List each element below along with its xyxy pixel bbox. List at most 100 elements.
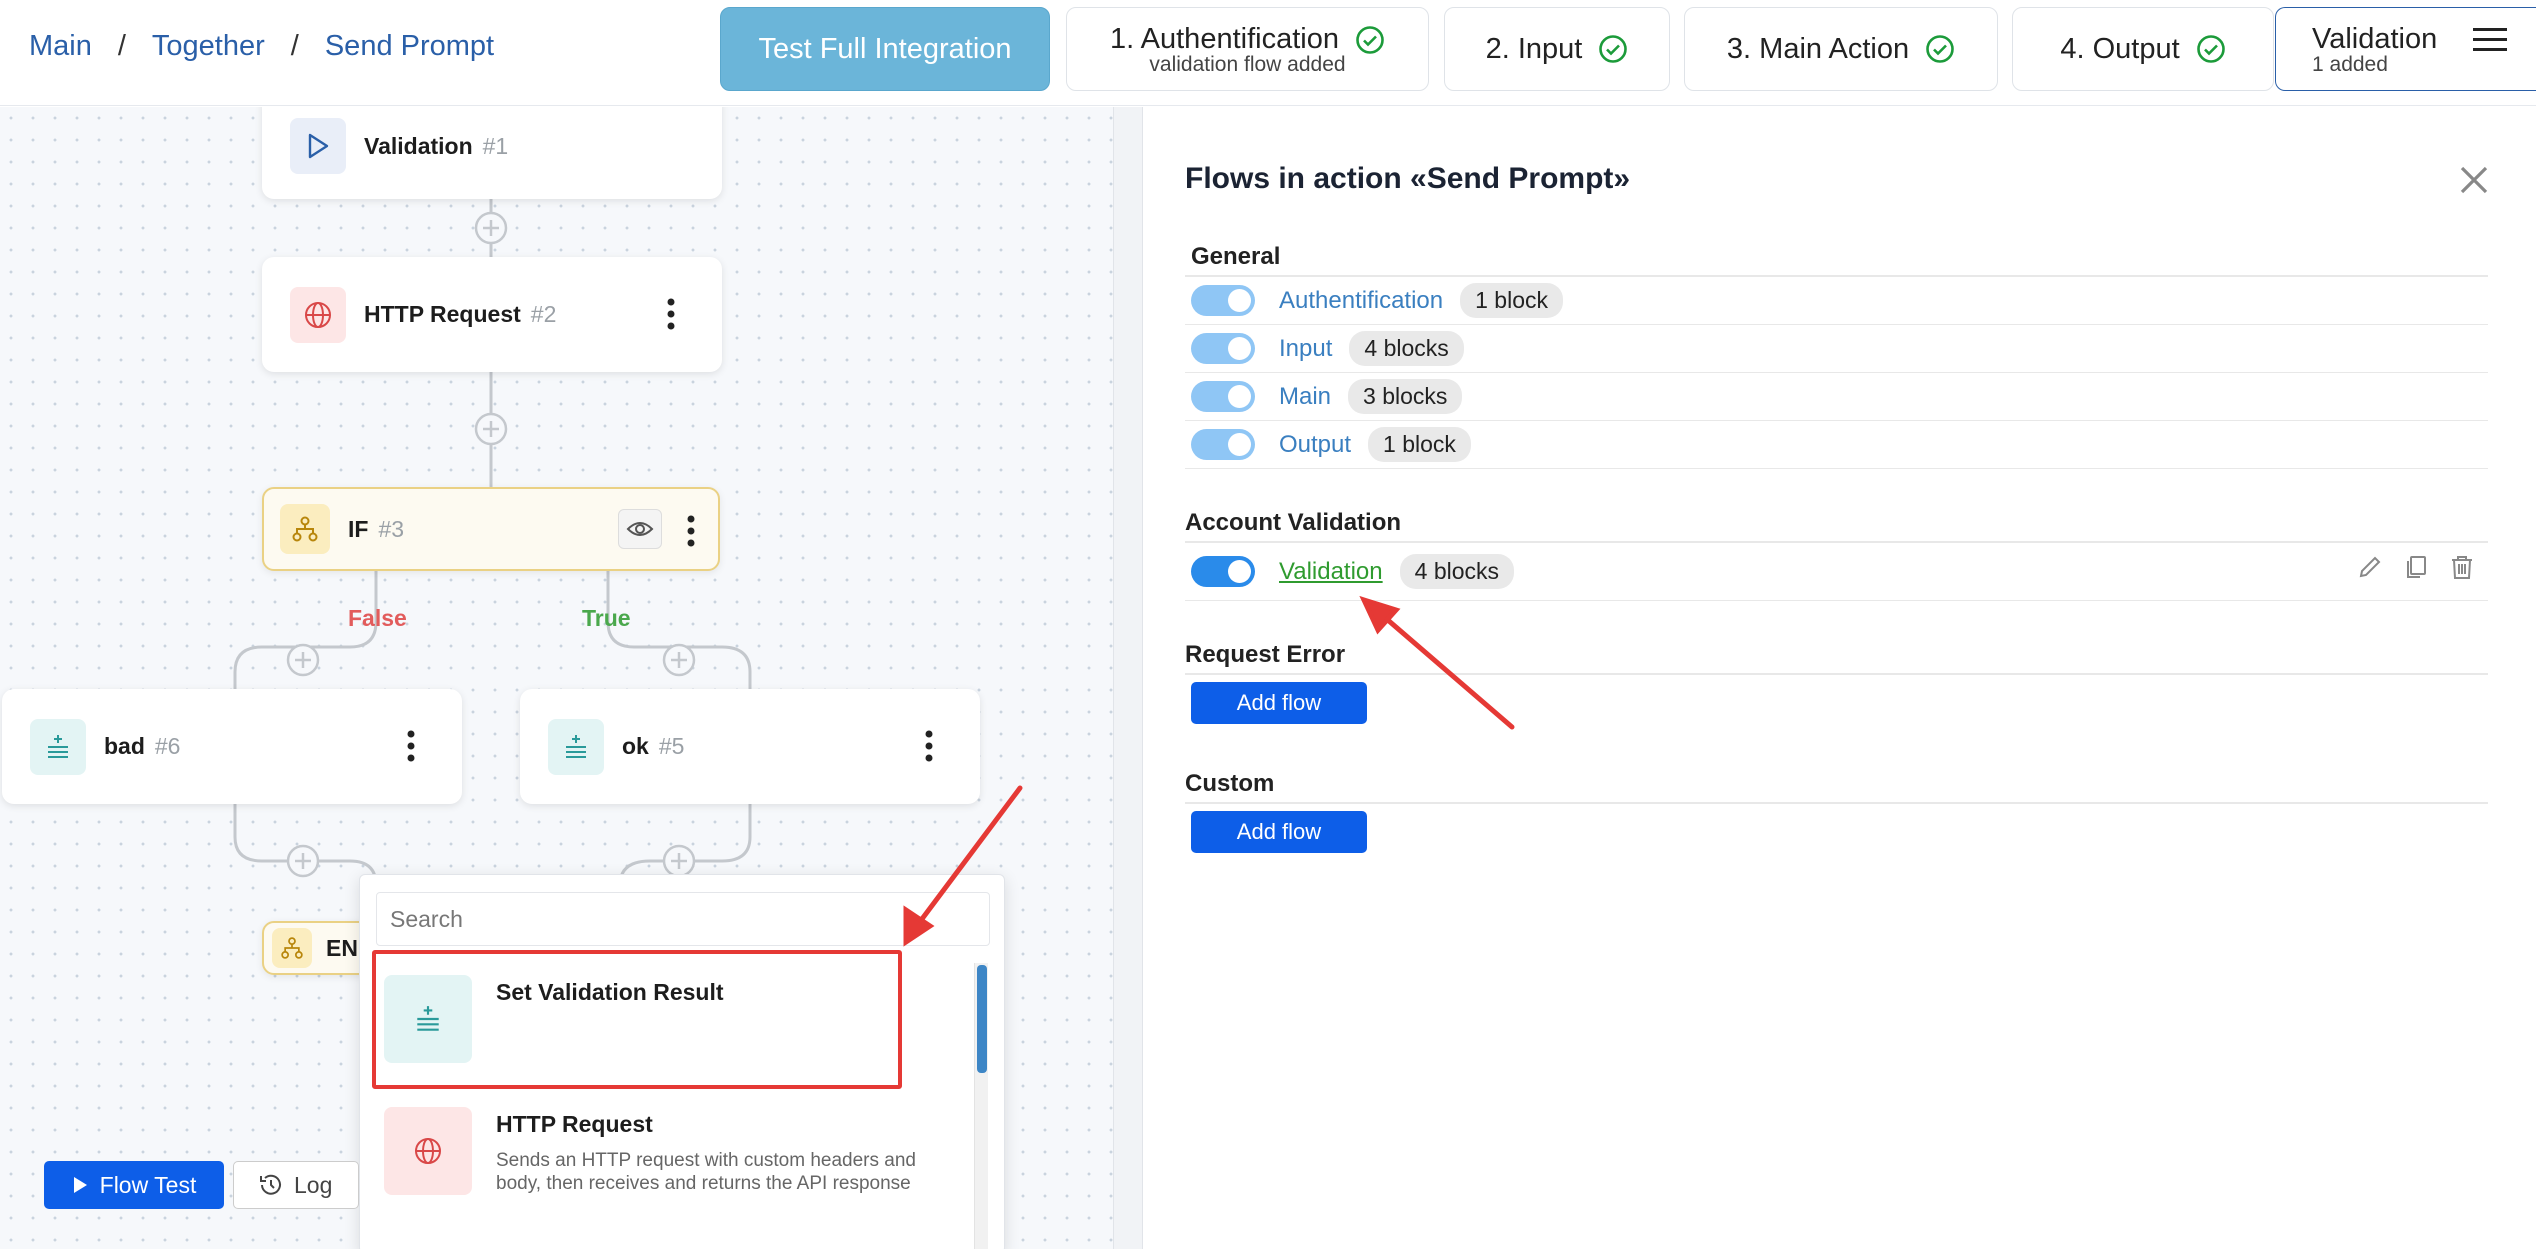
- check-circle-icon: [1356, 25, 1384, 54]
- breadcrumb-main[interactable]: Main: [29, 30, 92, 63]
- step-validation[interactable]: Validation 1 added: [2275, 7, 2536, 91]
- flow-toggle[interactable]: [1191, 285, 1255, 316]
- node-name: Validation: [364, 132, 473, 159]
- flow-test-label: Flow Test: [99, 1171, 197, 1198]
- node-number: #3: [378, 515, 405, 542]
- node-name: bad: [104, 733, 145, 759]
- section-account-validation: Account Validation Validation 4 blocks: [1185, 503, 2488, 601]
- panel-title: Flows in action «Send Prompt»: [1185, 162, 1631, 195]
- copy-icon[interactable]: [2402, 553, 2430, 581]
- top-bar: Main / Together / Send Prompt Test Full …: [0, 0, 2536, 106]
- log-button[interactable]: Log: [233, 1161, 359, 1209]
- flow-row-validation: Validation 4 blocks: [1185, 543, 2488, 601]
- step-label: 3. Main Action: [1726, 32, 1910, 65]
- step-label: 4. Output: [2060, 32, 2180, 65]
- trash-icon[interactable]: [2448, 553, 2476, 581]
- node-number: #2: [530, 301, 557, 327]
- step-authentification[interactable]: 1. Authentification validation flow adde…: [1066, 7, 1429, 91]
- log-label: Log: [294, 1171, 333, 1198]
- panel-divider[interactable]: [1113, 107, 1143, 1249]
- flow-row-main: Main 3 blocks: [1185, 373, 2488, 421]
- flow-link[interactable]: Authentification: [1279, 287, 1443, 315]
- add-flow-button[interactable]: Add flow: [1191, 682, 1367, 724]
- section-custom: Custom Add flow: [1185, 764, 2488, 853]
- step-main-action[interactable]: 3. Main Action: [1684, 7, 1998, 91]
- section-title: Request Error: [1185, 635, 2488, 675]
- node-ok[interactable]: ok #5: [520, 689, 980, 804]
- node-name: HTTP Request: [364, 301, 521, 327]
- block-count-badge: 4 blocks: [1399, 554, 1515, 589]
- flow-toggle[interactable]: [1191, 556, 1255, 587]
- step-sub: validation flow added: [1149, 53, 1346, 76]
- close-icon[interactable]: [2457, 163, 2491, 197]
- block-count-badge: 3 blocks: [1348, 379, 1463, 414]
- branch-false-label: False: [348, 605, 407, 631]
- flow-row-input: Input 4 blocks: [1185, 325, 2488, 373]
- node-number: #6: [154, 733, 181, 759]
- block-count-badge: 1 block: [1460, 283, 1563, 318]
- step-output[interactable]: 4. Output: [2012, 7, 2274, 91]
- node-if[interactable]: IF #3: [262, 487, 720, 571]
- set-result-icon: [548, 718, 604, 775]
- more-options-icon[interactable]: [924, 729, 934, 763]
- flow-toggle[interactable]: [1191, 429, 1255, 460]
- highlight-box: [372, 950, 902, 1089]
- scrollbar-thumb[interactable]: [977, 965, 987, 1073]
- set-result-icon: [30, 718, 86, 775]
- more-options-icon[interactable]: [666, 297, 676, 331]
- block-count-badge: 4 blocks: [1349, 331, 1464, 366]
- flow-toggle[interactable]: [1191, 333, 1255, 364]
- node-bad[interactable]: bad #6: [2, 689, 462, 804]
- node-validation[interactable]: Validation #1: [262, 107, 722, 199]
- flow-test-button[interactable]: Flow Test: [44, 1161, 224, 1209]
- node-number: #1: [482, 132, 509, 159]
- breadcrumb-separator: /: [117, 30, 126, 62]
- eye-icon[interactable]: [618, 509, 662, 549]
- section-title: General: [1185, 237, 2488, 277]
- section-title: Custom: [1185, 764, 2488, 804]
- breadcrumb-together[interactable]: Together: [152, 30, 265, 63]
- breadcrumb-separator: /: [290, 30, 299, 62]
- section-title: Account Validation: [1185, 503, 2488, 543]
- flow-link[interactable]: Output: [1279, 431, 1351, 459]
- test-full-integration-button[interactable]: Test Full Integration: [720, 7, 1050, 91]
- flow-row-authentification: Authentification 1 block: [1185, 277, 2488, 325]
- node-name: ok: [622, 733, 649, 759]
- menu-icon[interactable]: [2473, 26, 2509, 54]
- flow-link[interactable]: Main: [1279, 383, 1331, 411]
- edit-icon[interactable]: [2356, 553, 2384, 581]
- picker-item-http-request[interactable]: HTTP Request Sends an HTTP request with …: [376, 1091, 936, 1223]
- flow-link[interactable]: Validation: [1279, 558, 1383, 586]
- step-sub: 1 added: [2312, 53, 2388, 76]
- globe-icon: [384, 1107, 472, 1195]
- history-icon: [260, 1174, 281, 1195]
- node-name: IF: [348, 515, 369, 542]
- picker-item-title: HTTP Request: [496, 1111, 653, 1137]
- more-options-icon[interactable]: [686, 514, 696, 548]
- node-number: #5: [658, 733, 685, 759]
- flow-toggle[interactable]: [1191, 381, 1255, 412]
- branch-icon: [272, 928, 312, 968]
- check-circle-icon: [1599, 35, 1628, 63]
- flows-panel: Flows in action «Send Prompt» General Au…: [1143, 107, 2536, 1249]
- breadcrumb-send-prompt[interactable]: Send Prompt: [325, 30, 494, 63]
- block-count-badge: 1 block: [1368, 427, 1471, 462]
- section-request-error: Request Error Add flow: [1185, 635, 2488, 724]
- play-icon: [290, 118, 346, 174]
- check-circle-icon: [2196, 35, 2225, 63]
- node-name: EN: [326, 934, 358, 961]
- branch-true-label: True: [582, 605, 631, 631]
- more-options-icon[interactable]: [406, 729, 416, 763]
- add-flow-button[interactable]: Add flow: [1191, 811, 1367, 853]
- flow-link[interactable]: Input: [1279, 335, 1332, 363]
- flow-row-output: Output 1 block: [1185, 421, 2488, 469]
- step-label: 1. Authentification: [1110, 23, 1339, 55]
- branch-icon: [280, 504, 330, 554]
- node-http-request[interactable]: HTTP Request #2: [262, 257, 722, 372]
- picker-item-desc: Sends an HTTP request with custom header…: [496, 1150, 916, 1194]
- check-circle-icon: [1926, 35, 1954, 63]
- breadcrumb: Main / Together / Send Prompt: [29, 30, 494, 63]
- step-input[interactable]: 2. Input: [1444, 7, 1670, 91]
- search-input[interactable]: Search: [376, 892, 990, 946]
- play-icon: [73, 1177, 87, 1193]
